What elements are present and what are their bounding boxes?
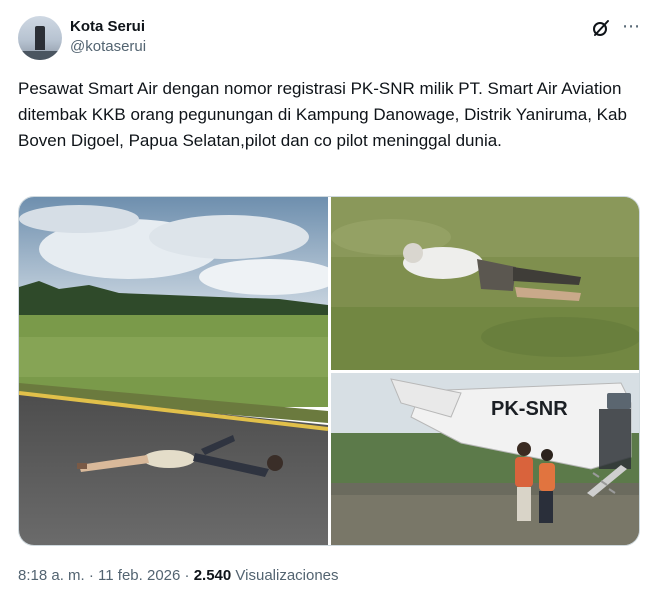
media-grid: PK-SNR <box>18 196 640 546</box>
meta-separator: · <box>84 567 99 584</box>
views-count[interactable]: 2.540 <box>194 567 232 584</box>
tweet-meta: 8:18 a. m. · 11 feb. 2026 · 2.540 Visual… <box>18 567 339 584</box>
meta-separator-2: · <box>180 567 194 584</box>
more-icon[interactable]: ⋯ <box>622 16 641 37</box>
views-label: Visualizaciones <box>235 567 339 584</box>
tweet-header: Kota Serui @kotaserui ⋯ <box>18 14 653 62</box>
photo-aircraft[interactable]: PK-SNR <box>331 373 639 545</box>
photo-grass-field[interactable] <box>331 197 639 370</box>
author-names: Kota Serui @kotaserui <box>70 17 146 57</box>
avatar[interactable] <box>18 16 62 60</box>
avatar-monument-shape <box>35 26 45 50</box>
grok-icon[interactable] <box>591 18 611 38</box>
display-name[interactable]: Kota Serui <box>70 17 146 37</box>
tweet-date[interactable]: 11 feb. 2026 <box>98 567 180 584</box>
tweet-text: Pesawat Smart Air dengan nomor registras… <box>18 79 627 150</box>
photo-runway[interactable] <box>19 197 328 545</box>
aircraft-registration-label: PK-SNR <box>491 398 568 420</box>
handle[interactable]: @kotaserui <box>70 37 146 57</box>
tweet-time[interactable]: 8:18 a. m. <box>18 567 85 584</box>
avatar-ground-shape <box>18 51 62 60</box>
